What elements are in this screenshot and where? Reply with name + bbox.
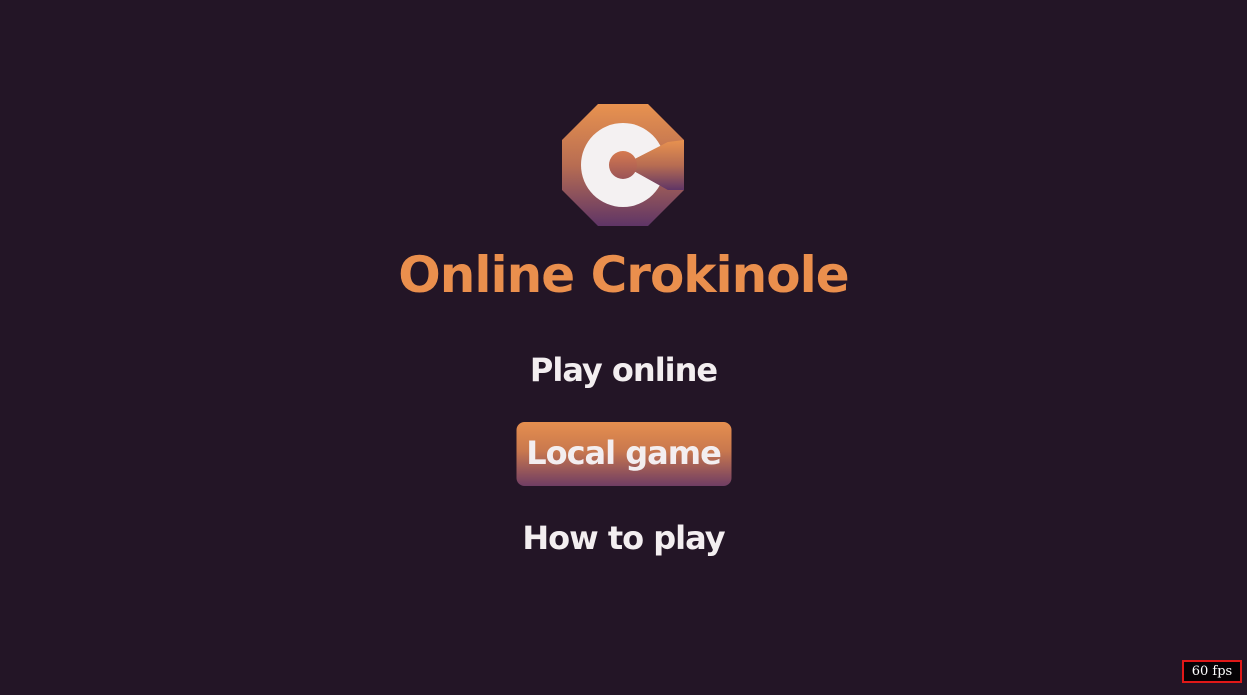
- local-game-button[interactable]: Local game: [516, 422, 731, 486]
- fps-counter: 60 fps: [1182, 660, 1242, 683]
- logo: [562, 104, 684, 226]
- how-to-play-button[interactable]: How to play: [508, 516, 738, 560]
- crokinole-board-icon: [562, 104, 684, 226]
- play-online-button[interactable]: Play online: [516, 348, 731, 392]
- page-title: Online Crokinole: [398, 246, 849, 304]
